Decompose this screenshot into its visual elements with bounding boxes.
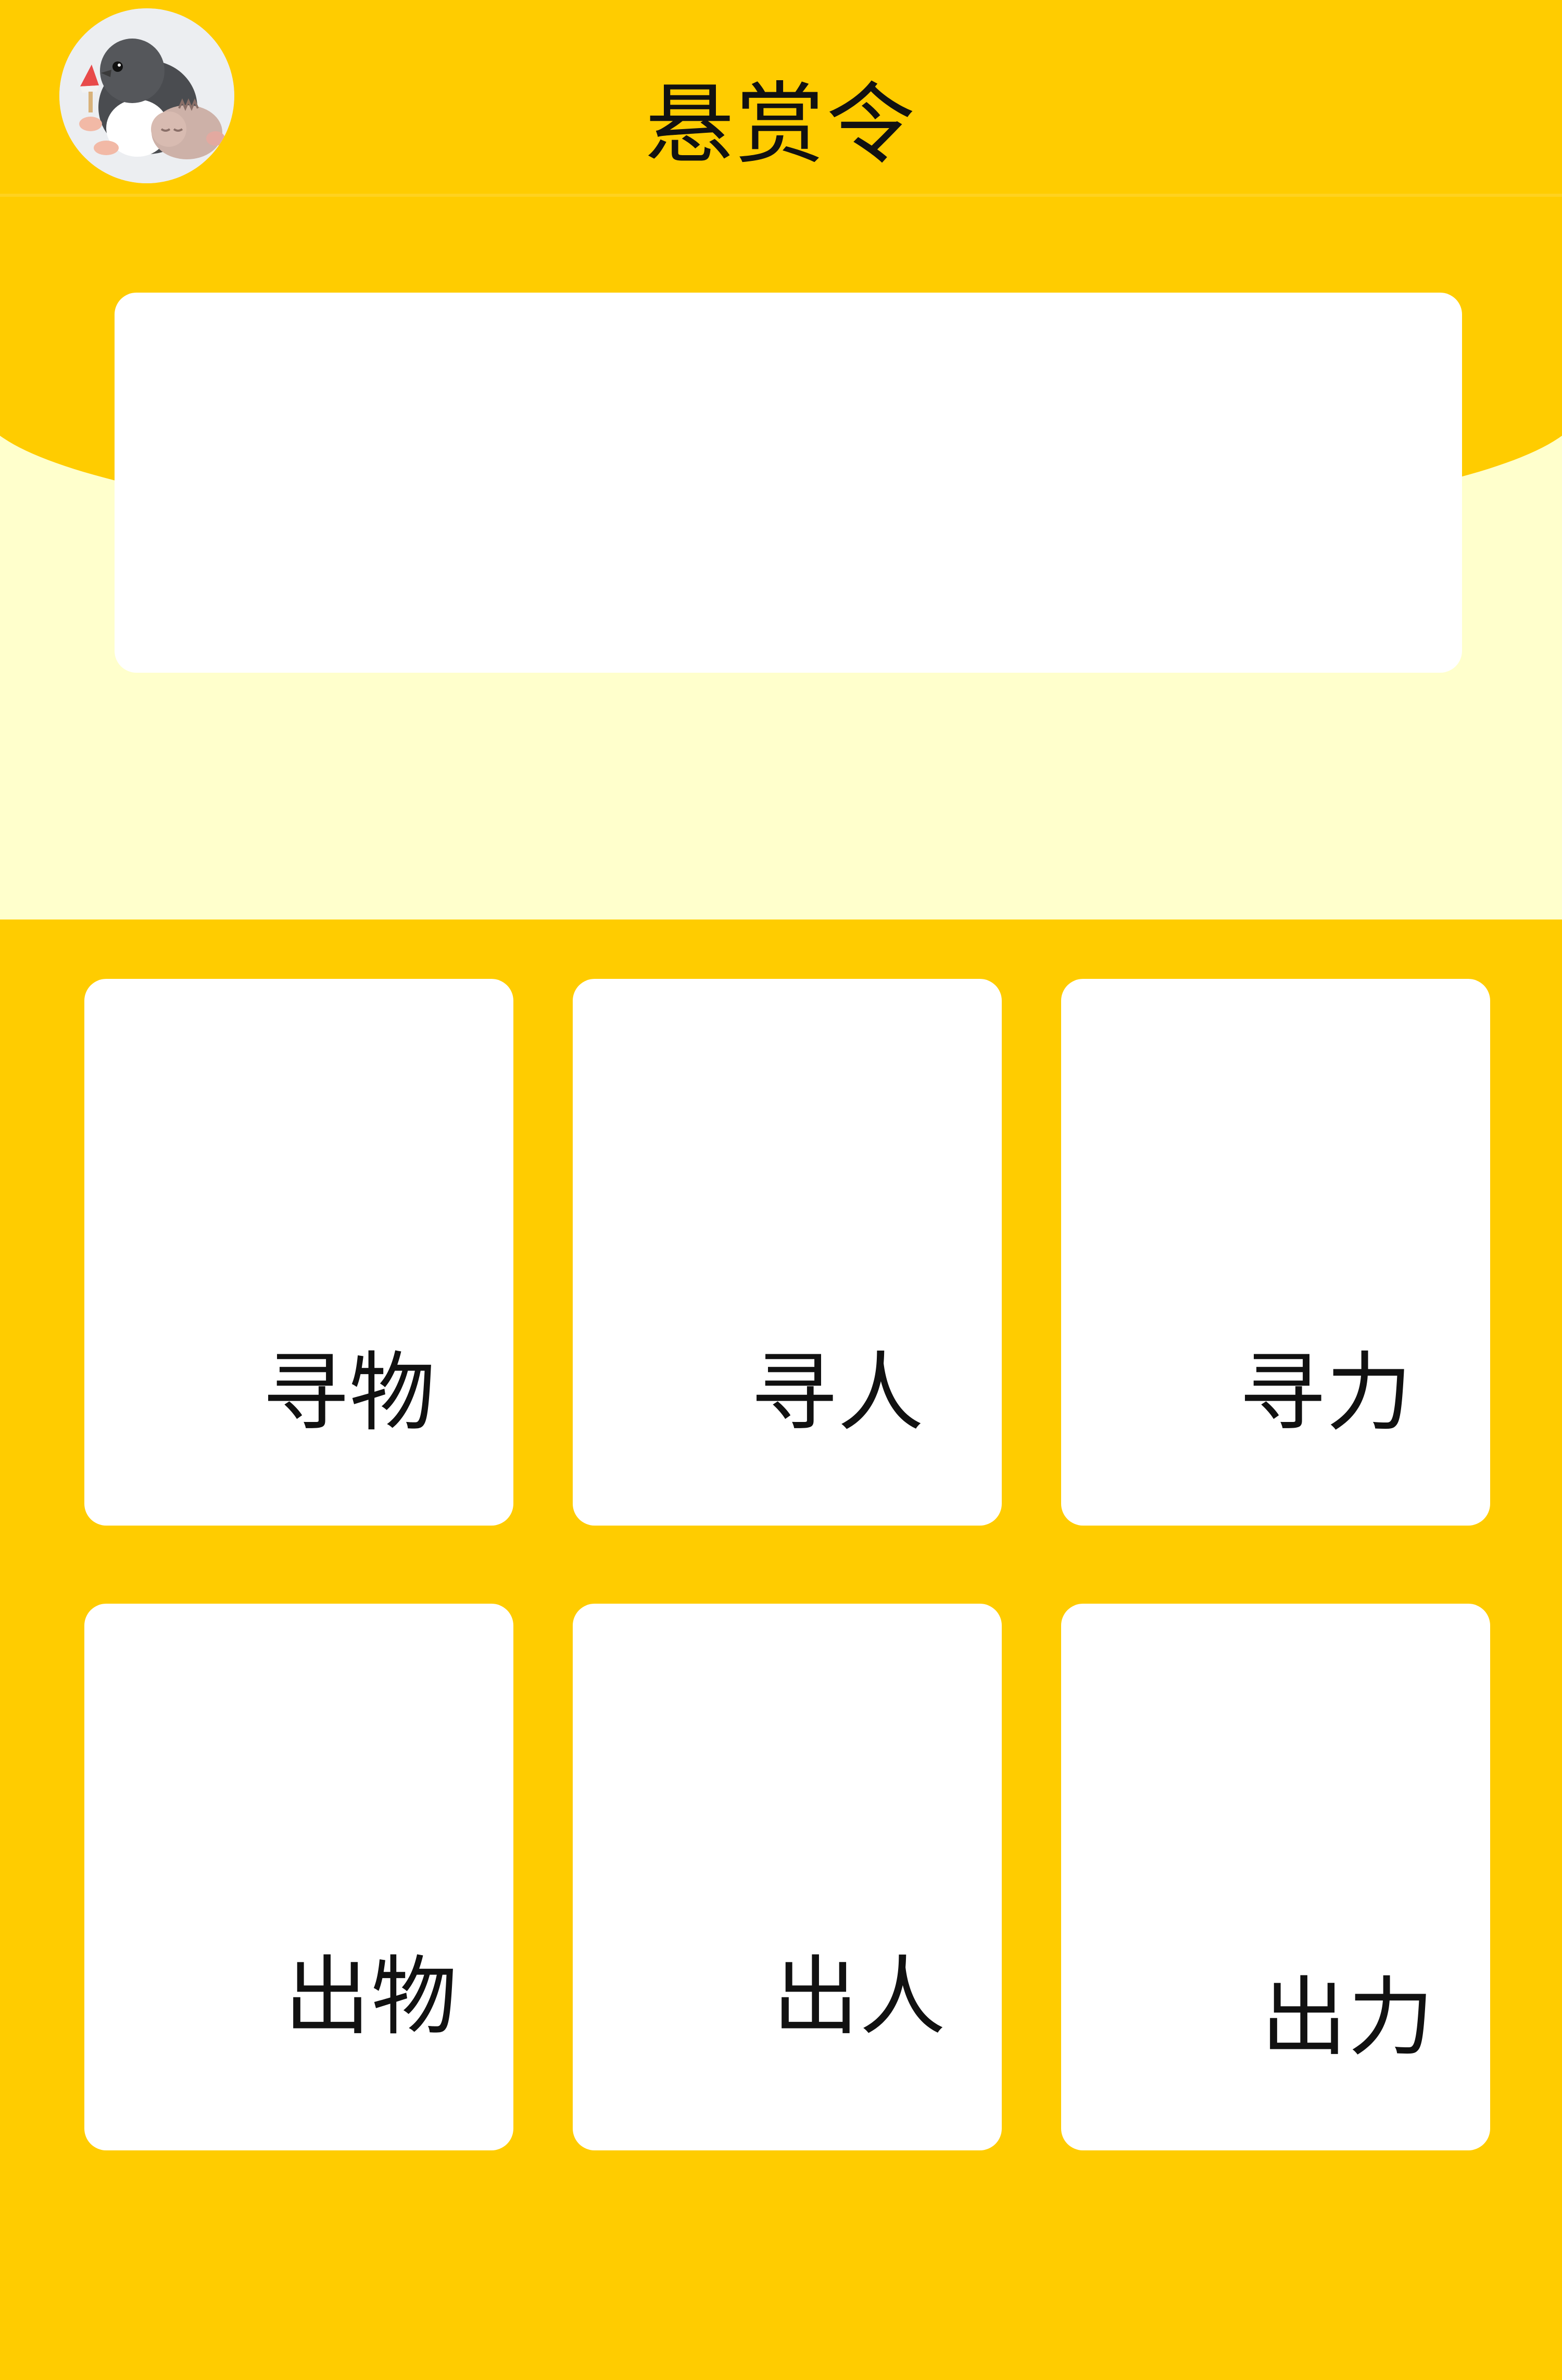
category-tile-offer-help[interactable]: 出力 bbox=[1061, 1604, 1490, 2150]
category-label: 寻物 bbox=[262, 1343, 436, 1443]
category-tile-offer-person[interactable]: 出人 bbox=[573, 1604, 1002, 2150]
penguin-mascot-icon bbox=[59, 8, 234, 183]
banner-card[interactable] bbox=[115, 293, 1462, 673]
category-label: 寻力 bbox=[1239, 1343, 1413, 1443]
category-label: 出力 bbox=[1261, 1968, 1435, 2068]
category-tile-find-item[interactable]: 寻物 bbox=[84, 979, 513, 1526]
category-tile-find-help[interactable]: 寻力 bbox=[1061, 979, 1490, 1526]
category-tile-offer-item[interactable]: 出物 bbox=[84, 1604, 513, 2150]
app-screen: 悬赏令 寻物 寻人 寻力 出物 出人 出力 bbox=[0, 0, 1562, 2380]
category-label: 出人 bbox=[773, 1947, 947, 2047]
top-bar: 悬赏令 bbox=[0, 0, 1562, 197]
user-avatar[interactable] bbox=[59, 8, 234, 183]
category-label: 出物 bbox=[284, 1947, 458, 2047]
page-title: 悬赏令 bbox=[645, 73, 917, 177]
category-label: 寻人 bbox=[751, 1343, 925, 1443]
category-tile-find-person[interactable]: 寻人 bbox=[573, 979, 1002, 1526]
